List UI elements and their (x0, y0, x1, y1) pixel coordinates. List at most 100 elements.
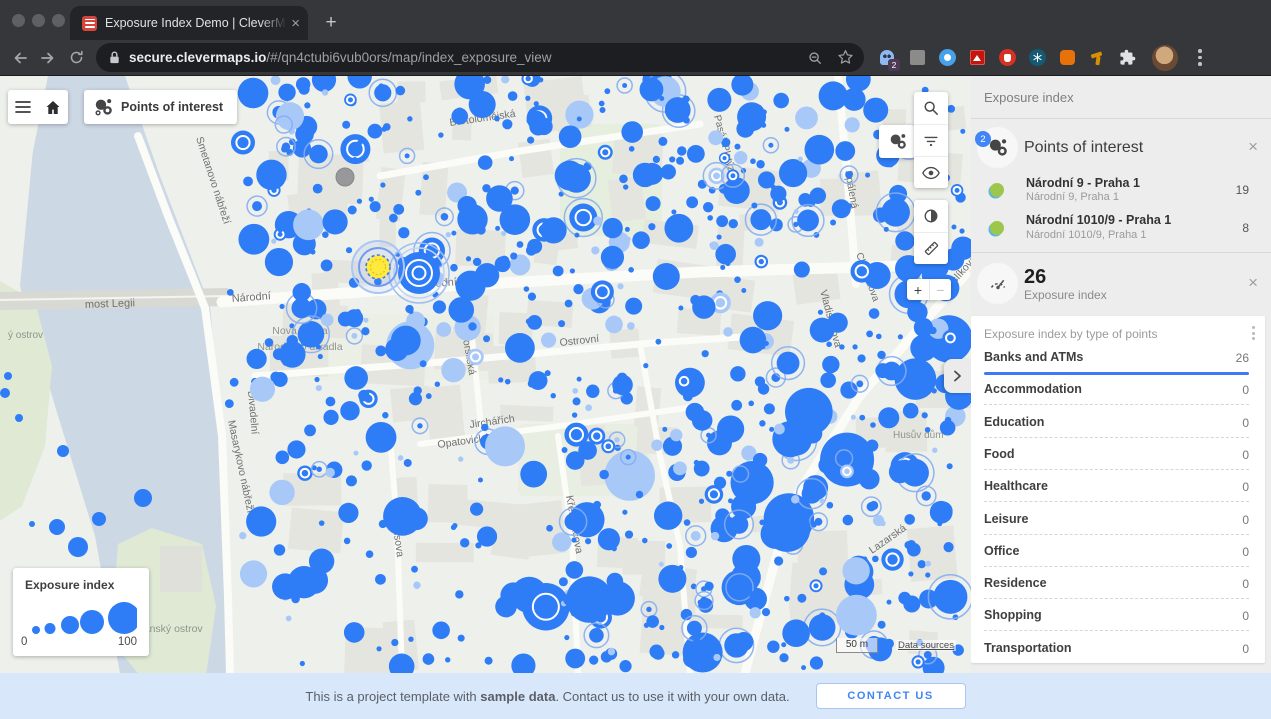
breakdown-row[interactable]: Banks and ATMs26 (971, 341, 1265, 373)
map-canvas[interactable]: most LegiiNárodníNárodníNová scénaNárodn… (0, 76, 971, 673)
screenshot-extension-icon[interactable] (908, 49, 926, 67)
breakdown-row-label: Leisure (984, 512, 1028, 526)
breakdown-card: Exposure index by type of points Banks a… (971, 316, 1265, 663)
back-button[interactable] (6, 44, 34, 72)
breakdown-row-label: Banks and ATMs (984, 350, 1083, 364)
poi-layer-button[interactable] (879, 125, 915, 158)
contrast-button[interactable] (914, 200, 948, 232)
poi-count-badge: 2 (975, 131, 991, 147)
breakdown-row[interactable]: Office0 (971, 535, 1265, 567)
acrobat-extension-icon[interactable] (968, 49, 986, 67)
back-arrow-icon (11, 49, 29, 67)
fox-extension-icon[interactable] (1058, 49, 1076, 67)
forward-button[interactable] (34, 44, 62, 72)
poi-item-value: 8 (1242, 221, 1249, 235)
points-cluster-icon (889, 133, 906, 150)
url-bar[interactable]: secure.clevermaps.io/#/qn4ctubi6vub0ors/… (96, 43, 864, 72)
breakdown-row-value: 0 (1242, 609, 1249, 623)
sidebar: Exposure index 2 Points of interest × Ná… (971, 76, 1271, 673)
inactive-point[interactable] (336, 168, 354, 186)
divider (971, 252, 1271, 253)
contact-us-button[interactable]: CONTACT US (816, 683, 966, 709)
gauge-icon (988, 274, 1008, 294)
filter-icon (923, 133, 939, 149)
ghost-extension-icon[interactable]: 2 (878, 49, 896, 67)
close-indicator-icon[interactable]: × (1248, 276, 1258, 290)
profile-avatar[interactable] (1152, 45, 1178, 71)
breakdown-row[interactable]: Leisure0 (971, 503, 1265, 535)
filter-button[interactable] (914, 124, 948, 156)
search-button[interactable] (914, 92, 948, 124)
data-sources-link[interactable]: Data sources (896, 640, 956, 651)
contrast-icon (923, 208, 939, 224)
bookmark-star-icon[interactable] (837, 49, 854, 66)
poi-section-title: Points of interest (1024, 139, 1143, 157)
browser-toolbar: secure.clevermaps.io/#/qn4ctubi6vub0ors/… (0, 40, 1271, 76)
sidebar-expand-handle[interactable] (944, 359, 971, 393)
new-tab-button[interactable]: + (318, 10, 344, 36)
banner-text: This is a project template with sample d… (305, 689, 789, 704)
map-label: Smetanovo nábřeží (193, 135, 233, 225)
screen: Exposure Index Demo | CleverM × + secure… (0, 0, 1271, 719)
map-label: most Legii (85, 297, 136, 311)
breakdown-row[interactable]: Residence0 (971, 567, 1265, 599)
tab-close-icon[interactable]: × (291, 16, 300, 31)
traffic-light-close[interactable] (12, 14, 25, 27)
breakdown-title: Exposure index by type of points (984, 327, 1157, 341)
snowflake-extension-icon[interactable] (1028, 49, 1046, 67)
traffic-light-minimize[interactable] (32, 14, 45, 27)
poi-item-marker (990, 221, 1004, 235)
selected-point[interactable] (352, 241, 404, 293)
breakdown-row[interactable]: Education0 (971, 406, 1265, 438)
visibility-button[interactable] (914, 156, 948, 188)
browser-menu-icon[interactable] (1198, 49, 1202, 66)
poi-item-title[interactable]: Národní 1010/9 - Praha 1 (1026, 213, 1171, 227)
breakdown-row-label: Accommodation (984, 382, 1082, 396)
points-of-interest-chip[interactable]: Points of interest (84, 90, 237, 124)
reload-button[interactable] (62, 44, 90, 72)
breakdown-row[interactable]: Shopping0 (971, 599, 1265, 631)
reload-icon (68, 49, 85, 66)
browser-tab[interactable]: Exposure Index Demo | CleverM × (70, 6, 308, 40)
exposure-index-value: 26 (1024, 266, 1046, 289)
home-icon (45, 100, 61, 115)
chip-label: Points of interest (121, 100, 223, 114)
adblock-hand-extension-icon[interactable] (998, 49, 1016, 67)
breakdown-row-label: Food (984, 447, 1015, 461)
breakdown-row-value: 0 (1242, 545, 1249, 559)
breakdown-row-value: 0 (1242, 577, 1249, 591)
zoom-out-button[interactable]: − (929, 279, 951, 300)
breakdown-row[interactable]: Transportation 0 (971, 632, 1265, 663)
browser-tabstrip: Exposure Index Demo | CleverM × + (0, 0, 1271, 40)
breakdown-row-value: 0 (1242, 416, 1249, 430)
map-legend: Exposure index 0 100 (13, 568, 149, 656)
url-host: secure.clevermaps.io (129, 50, 266, 65)
indicator-icon-circle (977, 263, 1018, 304)
tool-extension-icon[interactable] (1088, 49, 1106, 67)
template-banner: This is a project template with sample d… (0, 673, 1271, 719)
legend-title: Exposure index (25, 578, 137, 592)
blue-circle-extension-icon[interactable] (938, 49, 956, 67)
breakdown-row[interactable]: Food0 (971, 438, 1265, 470)
zoom-in-button[interactable]: + (907, 279, 929, 300)
breakdown-row-value: 0 (1242, 383, 1249, 397)
breakdown-row-value: 0 (1242, 642, 1249, 656)
breakdown-row-value: 0 (1242, 480, 1249, 494)
traffic-light-zoom[interactable] (52, 14, 65, 27)
legend-min: 0 (21, 636, 27, 648)
home-button[interactable] (38, 90, 68, 124)
menu-button[interactable] (8, 90, 38, 124)
poi-item-subtitle: Národní 1010/9, Praha 1 (1026, 229, 1146, 241)
kebab-menu-icon[interactable] (1252, 326, 1255, 340)
breakdown-row-label: Transportation (984, 641, 1072, 655)
poi-item-title[interactable]: Národní 9 - Praha 1 (1026, 176, 1140, 190)
breakdown-row[interactable]: Healthcare0 (971, 470, 1265, 502)
zoom-page-icon[interactable] (807, 50, 823, 66)
breakdown-row[interactable]: Accommodation 0 (971, 373, 1265, 405)
extensions-puzzle-icon[interactable] (1118, 49, 1136, 67)
close-poi-icon[interactable]: × (1248, 140, 1258, 154)
search-icon (923, 100, 939, 116)
exposure-index-label: Exposure index (1024, 288, 1107, 302)
url-path: /#/qn4ctubi6vub0ors/map/index_exposure_v… (266, 50, 551, 65)
measure-button[interactable] (914, 232, 948, 264)
